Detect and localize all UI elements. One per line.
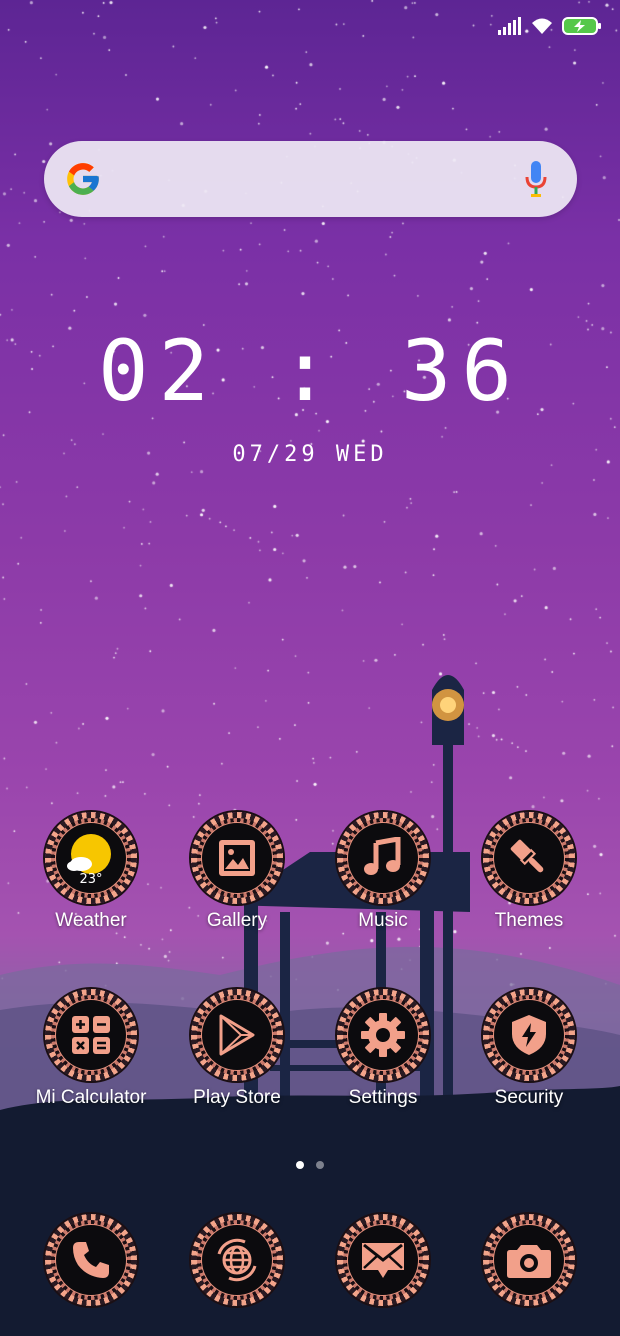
app-label: Security (494, 1087, 564, 1108)
app-settings[interactable]: Settings (313, 989, 453, 1109)
app-gallery[interactable]: Gallery (167, 812, 307, 932)
battery-charging-icon (562, 17, 601, 35)
app-label: Music (358, 910, 408, 931)
messages-icon (337, 1214, 429, 1306)
wifi-icon (532, 18, 552, 34)
page-dot-active[interactable] (296, 1161, 304, 1169)
google-logo-icon (67, 163, 99, 195)
app-mi-calculator[interactable]: Mi Calculator (21, 989, 161, 1109)
dock-browser[interactable] (167, 1214, 307, 1306)
gallery-icon (191, 812, 283, 904)
app-security[interactable]: Security (459, 989, 599, 1109)
mic-icon[interactable] (525, 161, 547, 197)
app-label: Gallery (206, 910, 268, 931)
google-search-bar[interactable] (44, 141, 577, 217)
page-dot[interactable] (316, 1161, 324, 1169)
app-label: Play Store (193, 1087, 281, 1108)
play-store-icon (191, 989, 283, 1081)
home-screen: 02 : 36 07/29 WED 23° Weather Gallery Mu… (0, 0, 620, 1336)
settings-icon (337, 989, 429, 1081)
security-icon (483, 989, 575, 1081)
camera-icon (483, 1214, 575, 1306)
browser-icon (191, 1214, 283, 1306)
signal-icon (498, 17, 521, 35)
status-bar (498, 16, 602, 36)
app-label: Settings (348, 1087, 418, 1108)
app-label: Themes (494, 910, 564, 931)
app-label: Weather (55, 910, 127, 931)
app-themes[interactable]: Themes (459, 812, 599, 932)
weather-icon: 23° (45, 812, 137, 904)
dock-camera[interactable] (459, 1214, 599, 1306)
app-music[interactable]: Music (313, 812, 453, 932)
app-play-store[interactable]: Play Store (167, 989, 307, 1109)
app-weather[interactable]: 23° Weather (21, 812, 161, 932)
weather-temp: 23° (79, 872, 103, 887)
app-label: Mi Calculator (35, 1087, 147, 1108)
phone-icon (45, 1214, 137, 1306)
dock-phone[interactable] (21, 1214, 161, 1306)
themes-icon (483, 812, 575, 904)
clock-date[interactable]: 07/29 WED (0, 442, 620, 467)
dock-messages[interactable] (313, 1214, 453, 1306)
music-icon (337, 812, 429, 904)
clock-time[interactable]: 02 : 36 (0, 322, 620, 420)
calculator-icon (45, 989, 137, 1081)
